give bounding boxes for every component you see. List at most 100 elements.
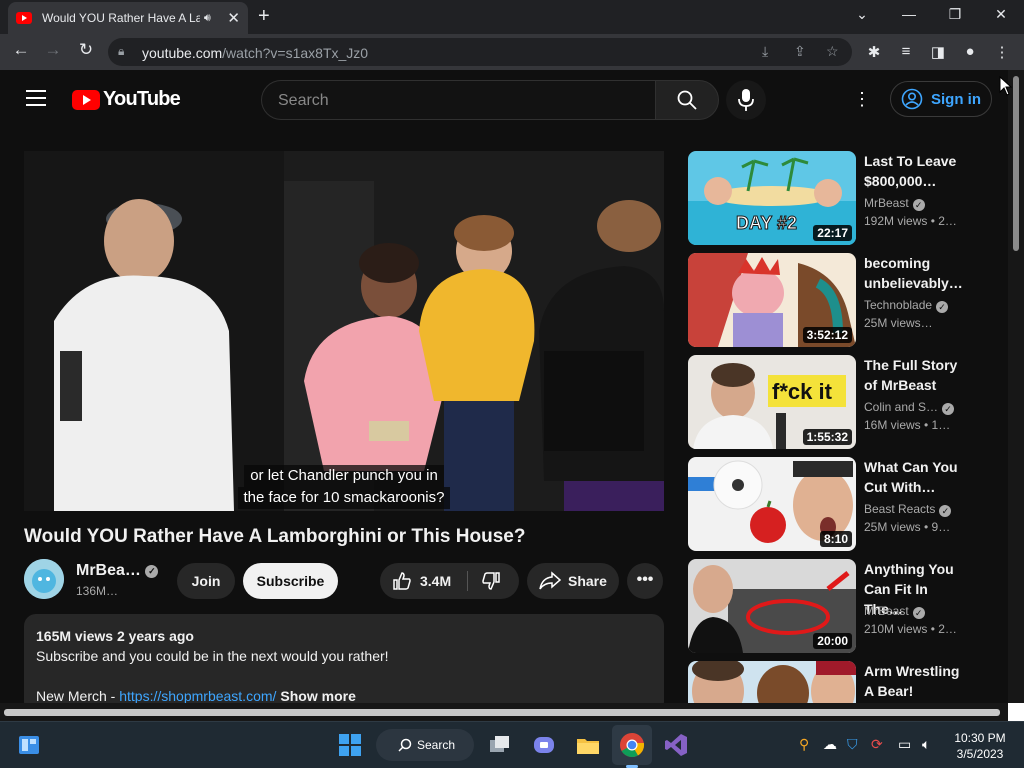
mouse-cursor-icon (999, 76, 1013, 96)
sign-in-button[interactable]: Sign in (890, 81, 992, 117)
share-arrow-icon (539, 571, 561, 590)
back-button[interactable]: ← (9, 40, 33, 60)
recommended-title: becoming unbelievably… (864, 255, 963, 291)
chrome-icon[interactable] (619, 732, 645, 758)
video-thumbnail[interactable]: 20:00 (688, 559, 856, 653)
browser-tab[interactable]: Would YOU Rather Have A La 🔊︎ ✕ (8, 2, 248, 34)
video-duration: 20:00 (813, 633, 852, 649)
install-app-icon[interactable]: ⤓ (762, 43, 768, 60)
recommended-channel: MrBeast ✓ (864, 604, 925, 619)
like-button[interactable]: 3.4M (380, 563, 467, 599)
recommended-video[interactable]: Arm Wrestling A Bear! (688, 661, 998, 703)
video-player[interactable] (24, 151, 664, 511)
volume-icon[interactable]: 🔈︎ (922, 736, 930, 753)
recommended-channel: Technoblade ✓ (864, 298, 949, 313)
show-more-button[interactable]: Show more (280, 688, 355, 704)
vertical-scrollbar[interactable] (1008, 70, 1024, 703)
tab-title: Would YOU Rather Have A La (42, 11, 200, 25)
merch-link[interactable]: https://shopmrbeast.com/ (119, 688, 276, 704)
display-tray-icon[interactable]: ▭ (898, 736, 911, 753)
voice-search-button[interactable] (726, 80, 766, 120)
video-thumbnail[interactable]: f*ck it 1:55:32 (688, 355, 856, 449)
security-shield-icon[interactable]: ⛉ (847, 736, 858, 753)
close-window-button[interactable]: ✕ (991, 6, 1011, 23)
search-tray-icon[interactable]: ⚲ (799, 736, 809, 753)
channel-avatar[interactable] (24, 559, 64, 599)
recommended-channel: Beast Reacts ✓ (864, 502, 952, 517)
video-thumbnail[interactable]: 3:52:12 (688, 253, 856, 347)
video-thumbnail[interactable] (688, 661, 856, 703)
lock-icon[interactable]: 🔒︎ (118, 44, 124, 59)
clock-date: 3/5/2023 (956, 747, 1004, 761)
account-icon (901, 88, 923, 110)
media-control-icon[interactable]: ≡ (896, 43, 916, 60)
system-clock[interactable]: 10:30 PM 3/5/2023 (950, 730, 1010, 762)
verified-icon: ✓ (942, 403, 955, 415)
recommended-video[interactable]: 3:52:12 becoming unbelievably… Technobla… (688, 253, 998, 347)
teams-chat-icon[interactable] (531, 732, 557, 758)
recommended-video[interactable]: DAY #2 22:17 Last To Leave $800,000… MrB… (688, 151, 998, 245)
share-button[interactable]: Share (527, 563, 619, 599)
recommended-title: Arm Wrestling A Bear! (864, 663, 960, 699)
chrome-menu-icon[interactable]: ⋮ (992, 43, 1012, 61)
recommended-video[interactable]: 20:00 Anything You Can Fit In The… MrBea… (688, 559, 998, 653)
settings-menu-icon[interactable]: ⋮ (852, 90, 872, 108)
more-actions-button[interactable]: ••• (627, 563, 663, 599)
recommended-meta: 25M views… (864, 316, 933, 330)
share-icon[interactable]: ⇪ (794, 43, 806, 60)
horizontal-scrollbar[interactable] (0, 703, 1008, 721)
address-bar[interactable]: 🔒︎ youtube.com/watch?v=s1ax8Tx_Jz0 ⤓ ⇪ ☆ (108, 38, 852, 66)
youtube-logo[interactable]: YouTube (72, 88, 181, 111)
recommended-video[interactable]: f*ck it 1:55:32 The Full Story of MrBeas… (688, 355, 998, 449)
profile-icon[interactable]: ● (960, 43, 980, 60)
search-placeholder: Search (278, 92, 329, 109)
verified-icon: ✓ (936, 301, 949, 313)
verified-icon: ✓ (912, 199, 925, 211)
join-button[interactable]: Join (177, 563, 235, 599)
recommended-video[interactable]: 8:10 What Can You Cut With… Beast Reacts… (688, 457, 998, 551)
scrollbar-thumb[interactable] (4, 709, 1000, 716)
close-tab-icon[interactable]: ✕ (227, 9, 240, 27)
scrollbar-thumb[interactable] (1013, 76, 1019, 251)
bookmark-star-icon[interactable]: ☆ (826, 43, 839, 60)
task-view-icon[interactable] (487, 732, 513, 758)
minimize-button[interactable]: — (899, 6, 919, 22)
recommended-meta: 192M views • 2… (864, 214, 957, 228)
video-frame-image (24, 151, 664, 511)
subscribe-button[interactable]: Subscribe (243, 563, 338, 599)
extensions-icon[interactable]: ✱ (864, 43, 884, 61)
network-tray-icon[interactable]: ☁ (823, 736, 837, 753)
video-thumbnail[interactable]: DAY #2 22:17 (688, 151, 856, 245)
windows-taskbar: Search ⚲ ☁ ⛉ ⟳ ▭ 🔈︎ 10:30 PM 3/5/2023 (0, 721, 1024, 768)
taskbar-search[interactable]: Search (376, 729, 474, 761)
visual-studio-icon[interactable] (663, 732, 689, 758)
search-button[interactable] (655, 80, 719, 120)
forward-button[interactable]: → (41, 40, 65, 60)
video-thumbnail[interactable]: 8:10 (688, 457, 856, 551)
reload-button[interactable]: ↻ (74, 40, 98, 60)
side-panel-icon[interactable]: ◨ (928, 43, 948, 61)
dislike-button[interactable] (468, 563, 519, 599)
sync-tray-icon[interactable]: ⟳ (871, 736, 883, 753)
channel-name[interactable]: MrBea… ✓ (76, 562, 159, 580)
video-description[interactable]: 165M views 2 years ago Subscribe and you… (24, 614, 664, 714)
start-icon[interactable] (337, 732, 363, 758)
thumb-caption: f*ck it (772, 379, 833, 404)
widgets-icon[interactable] (16, 732, 42, 758)
restore-button[interactable]: ❐ (945, 6, 965, 23)
search-icon (677, 90, 697, 110)
speaker-icon[interactable]: 🔊︎ (204, 12, 222, 25)
recommended-title: Last To Leave $800,000… (864, 153, 957, 189)
recommended-channel: Colin and S… ✓ (864, 400, 955, 415)
caption-line: or let Chandler punch you in (244, 465, 444, 487)
caption-line: the face for 10 smackaroonis? (237, 487, 451, 509)
url-text: youtube.com/watch?v=s1ax8Tx_Jz0 (142, 45, 369, 61)
scrollbar-corner (1008, 703, 1024, 721)
menu-icon[interactable] (26, 90, 46, 106)
new-tab-button[interactable]: + (258, 6, 270, 26)
video-duration: 1:55:32 (802, 429, 852, 445)
tab-search-icon[interactable]: ⌄ (852, 6, 872, 23)
verified-icon: ✓ (145, 565, 159, 578)
file-explorer-icon[interactable] (575, 732, 601, 758)
search-input[interactable]: Search (261, 80, 656, 120)
